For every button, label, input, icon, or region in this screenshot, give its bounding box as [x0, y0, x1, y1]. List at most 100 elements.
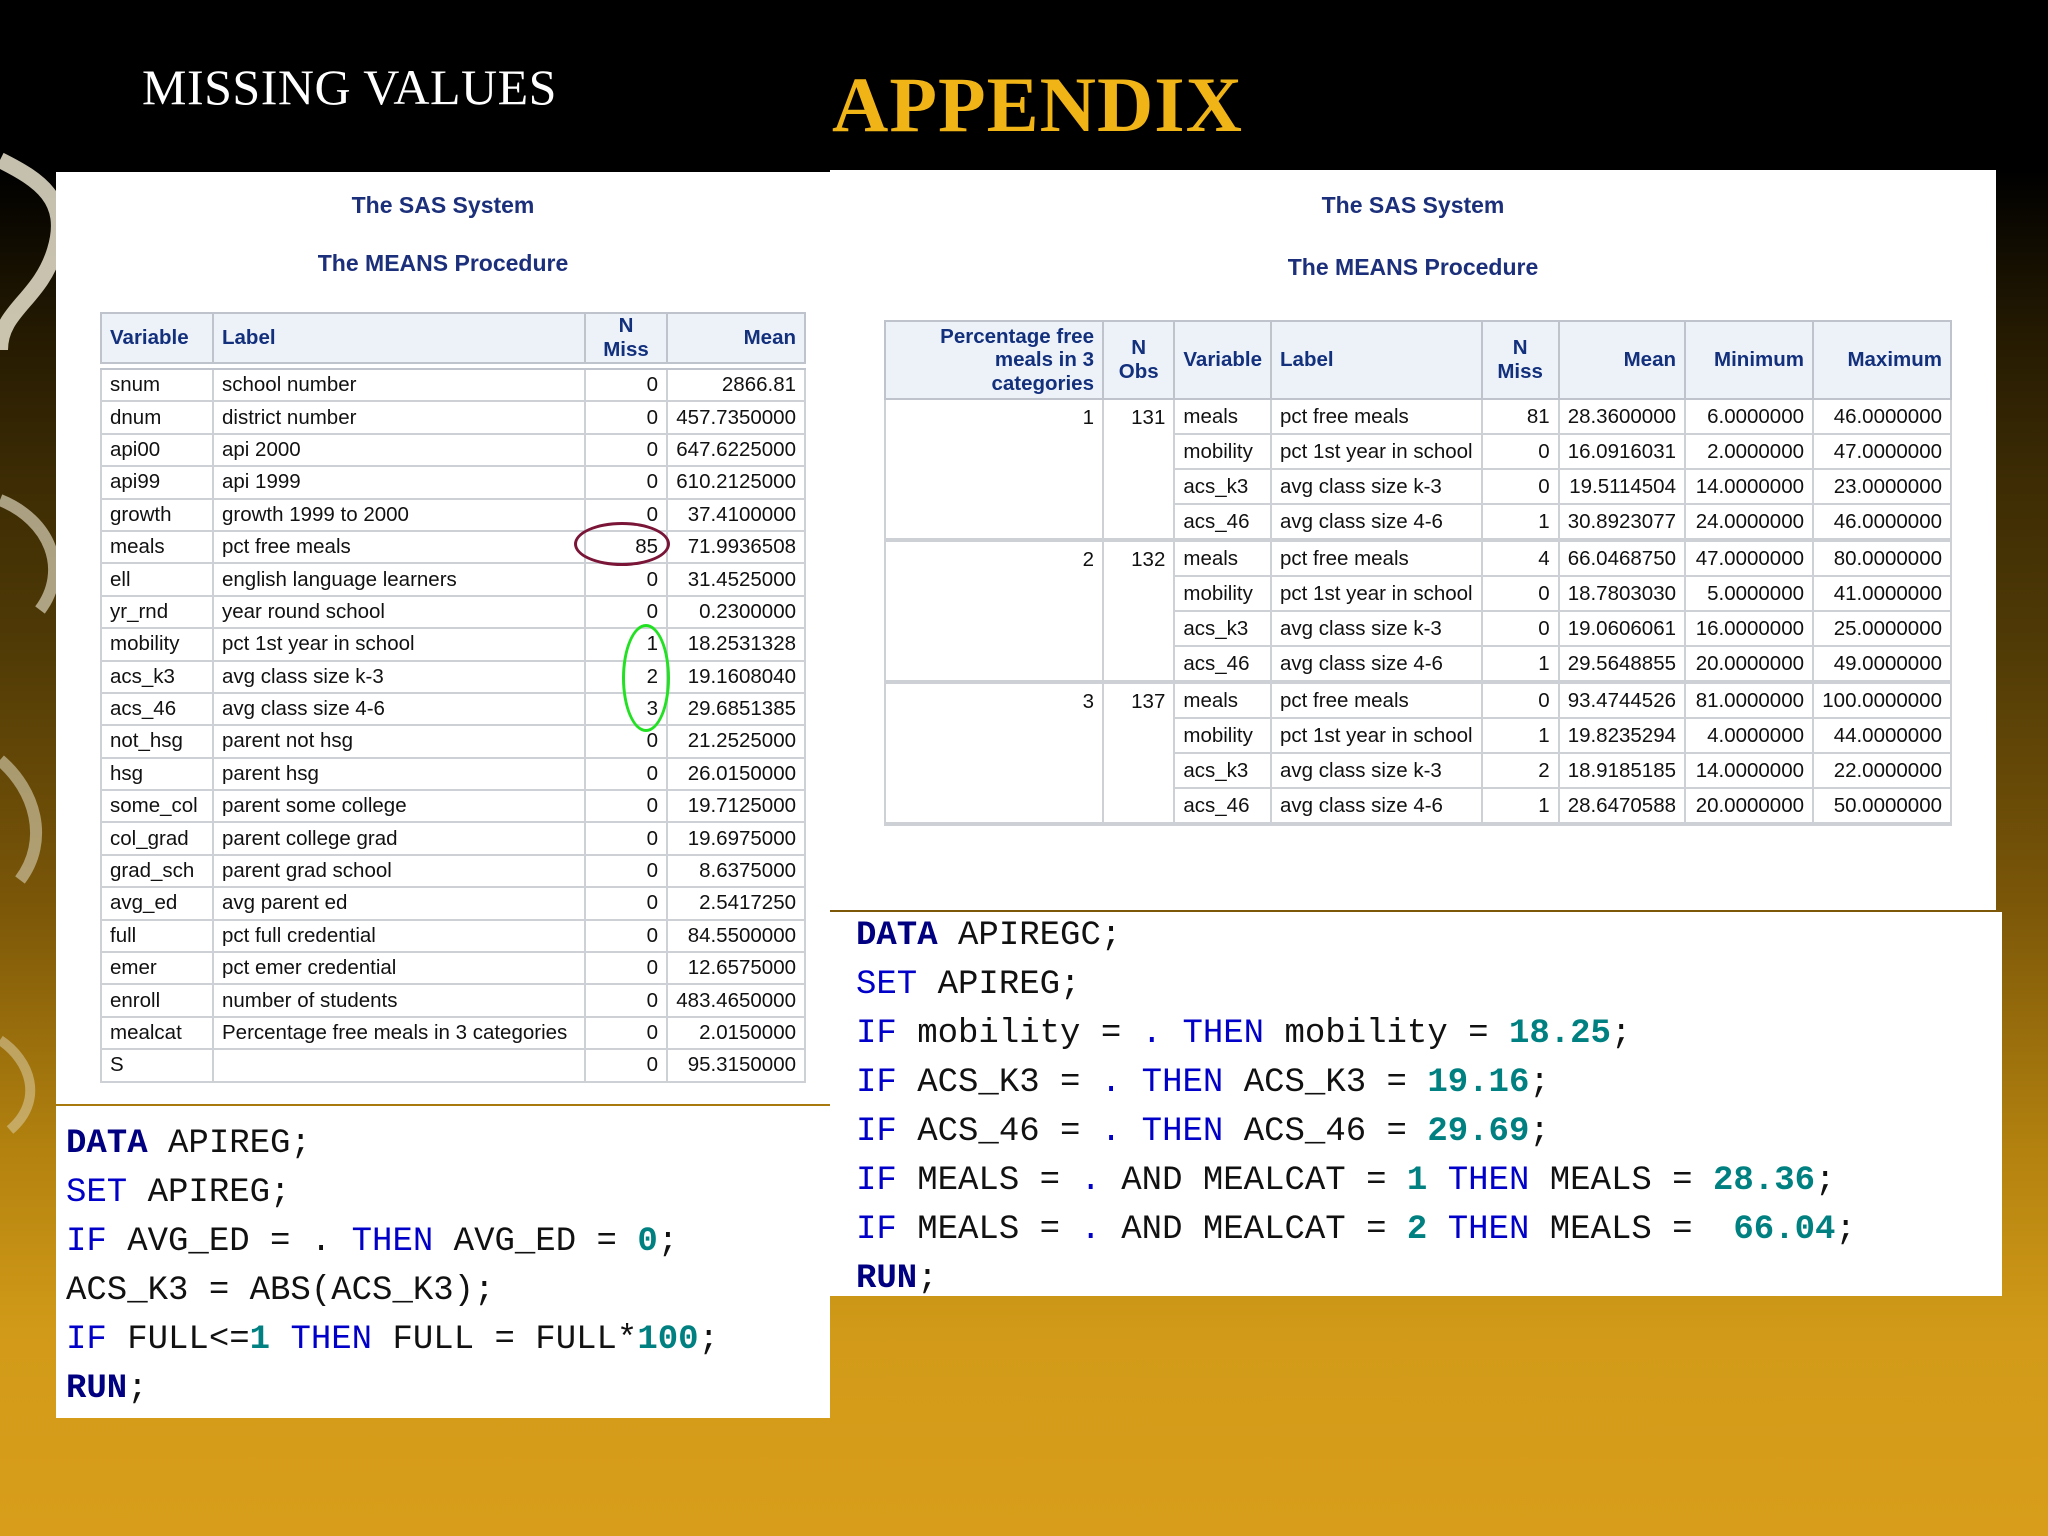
slide-title: APPENDIX	[832, 61, 1243, 148]
procedure-title: The MEANS Procedure	[1287, 254, 1539, 280]
code-token: APIREG;	[917, 966, 1081, 1004]
column-header: Label	[212, 312, 586, 364]
sas-system-title: The SAS System	[351, 192, 535, 218]
code-line: IF ACS_46 = . THEN ACS_46 = 29.69;	[856, 1108, 2002, 1157]
code-token: 1	[1406, 1162, 1428, 1200]
maximum-cell: 22.0000000	[1812, 752, 1952, 789]
code-token: MEALS =	[1529, 1211, 1734, 1249]
code-token: 66.04	[1733, 1211, 1836, 1249]
code-line: IF MEALS = . AND MEALCAT = 1 THEN MEALS …	[856, 1157, 2002, 1206]
n-miss-cell: 0	[584, 562, 668, 597]
table-row: full pct full credential 0 84.5500000	[100, 918, 806, 954]
table-row: mobility pct 1st year in school 1 18.253132…	[100, 627, 806, 662]
code-token: IF	[856, 1211, 897, 1249]
n-miss-cell: 0	[584, 918, 668, 954]
code-token: MEALS =	[896, 1211, 1081, 1249]
n-miss-cell: 0	[584, 724, 668, 759]
table-row: some_col parent some college 0 19.7125000	[100, 789, 806, 824]
column-header: N Miss	[1480, 320, 1560, 400]
label-cell: parent college grad	[212, 821, 586, 856]
code-token: DATA	[66, 1125, 148, 1163]
n-miss-cell: 0	[584, 983, 668, 1018]
minimum-cell: 47.0000000	[1684, 539, 1814, 577]
label-cell: pct 1st year in school	[1270, 433, 1483, 470]
label-cell: avg class size 4-6	[1270, 645, 1483, 683]
label-cell: year round school	[212, 594, 586, 630]
code-block-apiregc: DATA APIREGC; SET APIREG; IF mobility = . …	[830, 912, 2002, 1298]
label-cell: english language learners	[212, 562, 586, 597]
code-line: ACS_K3 = ABS(ACS_K3);	[66, 1267, 830, 1316]
code-token: THEN	[1141, 1113, 1224, 1151]
table-row: S 0 95.3150000	[100, 1048, 806, 1083]
maximum-cell: 25.0000000	[1812, 610, 1952, 647]
variable-cell: some_col	[100, 789, 214, 824]
n-miss-cell: 0	[584, 1015, 668, 1051]
label-cell: parent grad school	[212, 853, 586, 889]
label-cell: avg class size 4-6	[212, 691, 586, 727]
mean-cell: 2866.81	[666, 367, 806, 403]
variable-cell: mobility	[1173, 717, 1273, 754]
n-miss-cell: 0	[584, 789, 668, 824]
variable-cell: enroll	[100, 983, 214, 1018]
table-row: not_hsg parent not hsg 0 21.2525000	[100, 724, 806, 759]
maximum-cell: 44.0000000	[1812, 717, 1952, 754]
n-miss-cell: 0	[584, 853, 668, 889]
label-cell	[212, 1048, 586, 1083]
code-token: IF	[856, 1064, 897, 1102]
mean-cell: 0.2300000	[666, 594, 806, 630]
minimum-cell: 14.0000000	[1684, 752, 1814, 789]
code-token: SET	[66, 1174, 128, 1212]
variable-cell: mobility	[1173, 575, 1273, 612]
mean-cell: 37.4100000	[666, 497, 806, 532]
variable-cell: yr_rnd	[100, 594, 214, 630]
maximum-cell: 49.0000000	[1812, 645, 1952, 683]
variable-cell: acs_46	[1173, 645, 1273, 683]
mean-cell: 457.7350000	[666, 400, 806, 435]
label-cell: growth 1999 to 2000	[212, 497, 586, 532]
table-row: acs_k3 avg class size k-3 2 19.1608040	[100, 659, 806, 694]
variable-cell: snum	[100, 367, 214, 403]
code-token: ACS_K3 = ABS(ACS_K3);	[66, 1272, 495, 1310]
mean-cell: 19.8235294	[1557, 717, 1687, 754]
n-miss-cell: 0	[584, 367, 668, 403]
minimum-cell: 14.0000000	[1684, 468, 1814, 505]
code-line: SET APIREG;	[856, 961, 2002, 1010]
code-token: mobility =	[1264, 1015, 1509, 1053]
variable-cell: hsg	[100, 756, 214, 792]
code-token: IF	[856, 1162, 897, 1200]
column-header: Mean	[666, 312, 806, 364]
mean-cell: 18.7803030	[1557, 575, 1687, 612]
mean-cell: 19.0606061	[1557, 610, 1687, 647]
variable-cell: meals	[1173, 398, 1273, 435]
variable-cell: acs_k3	[1173, 468, 1273, 505]
means-table: Variable Label N Miss Mean snum school nu…	[100, 312, 806, 1083]
variable-cell: meals	[1173, 539, 1273, 577]
code-line: SET APIREG;	[66, 1169, 830, 1218]
label-cell: parent hsg	[212, 756, 586, 792]
maximum-cell: 23.0000000	[1812, 468, 1952, 505]
code-token: AVG_ED =	[433, 1223, 638, 1261]
variable-cell: avg_ed	[100, 886, 214, 921]
sas-system-title: The SAS System	[1321, 192, 1505, 218]
mean-cell: 66.0468750	[1557, 539, 1687, 577]
code-token: THEN	[1447, 1162, 1530, 1200]
code-line: RUN;	[66, 1365, 830, 1414]
code-block-apireg: DATA APIREG; SET APIREG; IF AVG_ED = . THE…	[56, 1106, 830, 1418]
category-cell: 2	[884, 539, 1104, 683]
label-cell: avg class size k-3	[1270, 610, 1483, 647]
n-miss-cell: 0	[584, 594, 668, 630]
code-token: ACS_46 =	[896, 1113, 1101, 1151]
column-header: Mean	[1557, 320, 1687, 400]
code-line: DATA APIREG;	[66, 1120, 830, 1169]
code-line: IF AVG_ED = . THEN AVG_ED = 0;	[66, 1218, 830, 1267]
label-cell: avg class size 4-6	[1270, 503, 1483, 541]
mean-cell: 19.7125000	[666, 789, 806, 824]
label-cell: pct free meals	[212, 529, 586, 565]
table-row: ell english language learners 0 31.4525000	[100, 562, 806, 597]
maximum-cell: 46.0000000	[1812, 503, 1952, 541]
code-token: MEALS =	[896, 1162, 1081, 1200]
